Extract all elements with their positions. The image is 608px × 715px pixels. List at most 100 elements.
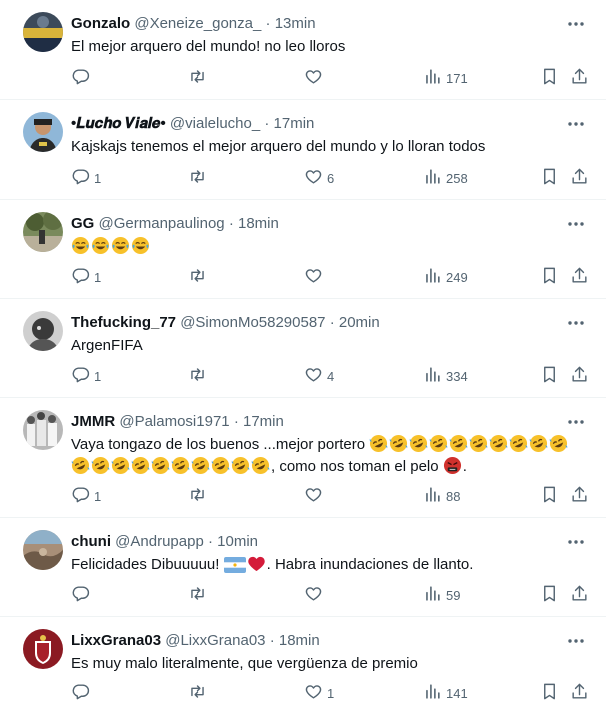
- share-icon: [570, 682, 589, 704]
- reply-button[interactable]: 1: [71, 267, 101, 287]
- timestamp[interactable]: 20min: [339, 314, 380, 331]
- user-handle[interactable]: @Germanpaulinog: [99, 215, 225, 232]
- display-name[interactable]: chuni: [71, 533, 111, 550]
- reply-button[interactable]: 1: [71, 486, 101, 506]
- retweet-button[interactable]: [188, 486, 207, 506]
- tweet[interactable]: Thefucking_77 @SimonMo58290587 · 20min A…: [0, 299, 606, 398]
- tweet-text: Felicidades Dibuuuuu! . Habra inundacion…: [71, 554, 576, 576]
- heart-icon: [304, 682, 323, 704]
- tweet[interactable]: Gonzalo @Xeneize_gonza_ · 13min El mejor…: [0, 0, 606, 100]
- avatar[interactable]: [23, 112, 63, 152]
- reply-button[interactable]: 1: [71, 366, 101, 386]
- display-name[interactable]: Gonzalo: [71, 15, 130, 32]
- share-button[interactable]: [570, 585, 589, 605]
- user-handle[interactable]: @Andrupapp: [115, 533, 204, 550]
- retweet-button[interactable]: [188, 68, 207, 88]
- more-options-icon[interactable]: [566, 14, 586, 34]
- views-button[interactable]: 59: [423, 585, 460, 605]
- more-options-icon[interactable]: [566, 631, 586, 651]
- display-name[interactable]: GG: [71, 215, 94, 232]
- reply-button[interactable]: [71, 683, 94, 703]
- share-button[interactable]: [570, 486, 589, 506]
- timestamp[interactable]: 17min: [243, 413, 284, 430]
- share-button[interactable]: [570, 68, 589, 88]
- tweet[interactable]: •𝑳𝒖𝒄𝒉𝒐 𝑽𝒊𝒂𝒍𝒆• @vialelucho_ · 17min Kajsk…: [0, 100, 606, 200]
- rofl-emoji-icon: [191, 456, 210, 475]
- more-options-icon[interactable]: [566, 532, 586, 552]
- share-button[interactable]: [570, 168, 589, 188]
- timestamp[interactable]: 13min: [275, 15, 316, 32]
- separator-dot: ·: [228, 215, 234, 232]
- tweet[interactable]: GG @Germanpaulinog · 18min 1 249: [0, 200, 606, 299]
- display-name[interactable]: Thefucking_77: [71, 314, 176, 331]
- avatar[interactable]: [23, 311, 63, 351]
- display-name[interactable]: •𝑳𝒖𝒄𝒉𝒐 𝑽𝒊𝒂𝒍𝒆•: [71, 115, 166, 132]
- retweet-button[interactable]: [188, 585, 207, 605]
- like-button[interactable]: [304, 486, 327, 506]
- timestamp[interactable]: 10min: [217, 533, 258, 550]
- bookmark-button[interactable]: [540, 68, 559, 88]
- tweet[interactable]: chuni @Andrupapp · 10min Felicidades Dib…: [0, 518, 606, 617]
- reply-button[interactable]: [71, 68, 94, 88]
- timestamp[interactable]: 17min: [274, 115, 315, 132]
- user-handle[interactable]: @SimonMo58290587: [180, 314, 325, 331]
- like-button[interactable]: 1: [304, 683, 334, 703]
- bookmark-button[interactable]: [540, 168, 559, 188]
- tweet[interactable]: JMMR @Palamosi1971 · 17min Vaya tongazo …: [0, 398, 606, 518]
- retweet-button[interactable]: [188, 366, 207, 386]
- reply-count: 1: [94, 488, 102, 504]
- share-button[interactable]: [570, 683, 589, 703]
- more-options-icon[interactable]: [566, 313, 586, 333]
- like-button[interactable]: 4: [304, 366, 334, 386]
- display-name[interactable]: JMMR: [71, 413, 115, 430]
- views-button[interactable]: 334: [423, 366, 468, 386]
- tweet-text: Kajskajs tenemos el mejor arquero del mu…: [71, 138, 486, 155]
- like-button[interactable]: 6: [304, 168, 334, 188]
- avatar[interactable]: [23, 212, 63, 252]
- avatar[interactable]: [23, 12, 63, 52]
- more-options-icon[interactable]: [566, 412, 586, 432]
- rofl-emoji-icon: [509, 434, 528, 453]
- more-options-icon[interactable]: [566, 114, 586, 134]
- bookmark-button[interactable]: [540, 585, 559, 605]
- avatar[interactable]: [23, 629, 63, 669]
- bookmark-button[interactable]: [540, 683, 559, 703]
- display-name[interactable]: LixxGrana03: [71, 632, 161, 649]
- reply-count: 1: [94, 368, 102, 384]
- more-options-icon[interactable]: [566, 214, 586, 234]
- like-button[interactable]: [304, 267, 327, 287]
- tweet[interactable]: LixxGrana03 @LixxGrana03 · 18min Es muy …: [0, 617, 606, 715]
- user-handle[interactable]: @LixxGrana03: [165, 632, 265, 649]
- bookmark-button[interactable]: [540, 486, 559, 506]
- views-button[interactable]: 141: [423, 683, 468, 703]
- user-handle[interactable]: @vialelucho_: [170, 115, 260, 132]
- retweet-button[interactable]: [188, 683, 207, 703]
- bookmark-button[interactable]: [540, 267, 559, 287]
- heart-icon: [304, 365, 323, 387]
- avatar[interactable]: [23, 410, 63, 450]
- reply-button[interactable]: 1: [71, 168, 101, 188]
- like-button[interactable]: [304, 68, 327, 88]
- share-icon: [570, 67, 589, 89]
- views-button[interactable]: 171: [423, 68, 468, 88]
- views-bar-chart-icon: [423, 266, 442, 288]
- avatar[interactable]: [23, 530, 63, 570]
- retweet-button[interactable]: [188, 267, 207, 287]
- like-button[interactable]: [304, 585, 327, 605]
- reply-button[interactable]: [71, 585, 94, 605]
- timestamp[interactable]: 18min: [279, 632, 320, 649]
- share-button[interactable]: [570, 267, 589, 287]
- bookmark-button[interactable]: [540, 366, 559, 386]
- views-button[interactable]: 258: [423, 168, 468, 188]
- views-button[interactable]: 88: [423, 486, 460, 506]
- retweet-button[interactable]: [188, 168, 207, 188]
- tears-of-joy-icon: [111, 236, 130, 255]
- share-button[interactable]: [570, 366, 589, 386]
- user-handle[interactable]: @Xeneize_gonza_: [134, 15, 261, 32]
- reply-icon: [71, 584, 90, 606]
- user-handle[interactable]: @Palamosi1971: [119, 413, 229, 430]
- rofl-emoji-icon: [231, 456, 250, 475]
- views-button[interactable]: 249: [423, 267, 468, 287]
- timestamp[interactable]: 18min: [238, 215, 279, 232]
- bookmark-icon: [540, 266, 559, 288]
